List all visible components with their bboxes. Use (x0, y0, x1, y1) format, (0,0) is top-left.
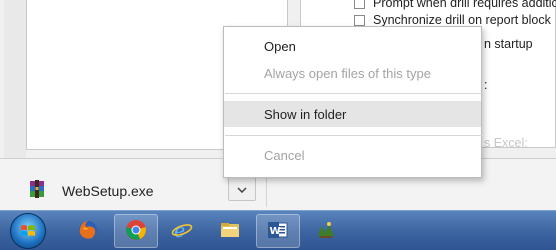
chrome-icon (125, 219, 147, 244)
firefox-icon (77, 219, 99, 244)
menu-separator (225, 135, 482, 136)
menu-item-always-open[interactable]: Always open files of this type (224, 60, 481, 86)
menu-item-cancel[interactable]: Cancel (224, 142, 481, 168)
chevron-down-icon (237, 181, 247, 196)
menu-item-open[interactable]: Open (224, 33, 481, 59)
left-panel-edge (4, 0, 26, 158)
taskbar-firefox[interactable] (66, 214, 110, 248)
app-icon (315, 220, 337, 243)
option-label-fragment: s Excel: (484, 136, 528, 150)
menu-item-label: Show in folder (264, 106, 347, 122)
taskbar-app[interactable] (304, 214, 348, 248)
word-icon: W (267, 220, 289, 243)
menu-item-show-in-folder[interactable]: Show in folder (224, 101, 481, 127)
checkbox[interactable] (354, 14, 365, 26)
menu-item-label: Open (264, 38, 296, 54)
taskbar: e W (0, 210, 556, 250)
taskbar-chrome[interactable] (114, 214, 158, 248)
download-context-menu: Open Always open files of this type Show… (223, 26, 482, 178)
menu-item-label: Cancel (264, 147, 305, 163)
taskbar-file-explorer[interactable] (208, 214, 252, 248)
download-menu-button[interactable] (228, 175, 256, 201)
start-button[interactable] (4, 211, 52, 250)
menu-item-label: Always open files of this type (264, 65, 431, 81)
menu-separator (225, 93, 482, 94)
winrar-archive-icon[interactable] (28, 180, 46, 198)
taskbar-internet-explorer[interactable]: e (160, 214, 204, 248)
option-prompt-drill[interactable]: Prompt when drill requires additional (354, 0, 556, 11)
checkbox[interactable] (354, 0, 365, 9)
windows-orb-icon (10, 213, 46, 249)
folder-icon (219, 220, 241, 243)
svg-text:W: W (270, 226, 281, 237)
option-label: Prompt when drill requires additional (373, 0, 556, 10)
option-label-fragment: : (484, 78, 488, 92)
option-label-fragment: n startup (484, 37, 533, 51)
taskbar-word[interactable]: W (256, 214, 300, 248)
download-file-name[interactable]: WebSetup.exe (62, 183, 154, 199)
svg-text:e: e (174, 220, 185, 241)
ie-icon: e (171, 219, 193, 244)
option-label: Synchronize drill on report block (373, 13, 551, 27)
